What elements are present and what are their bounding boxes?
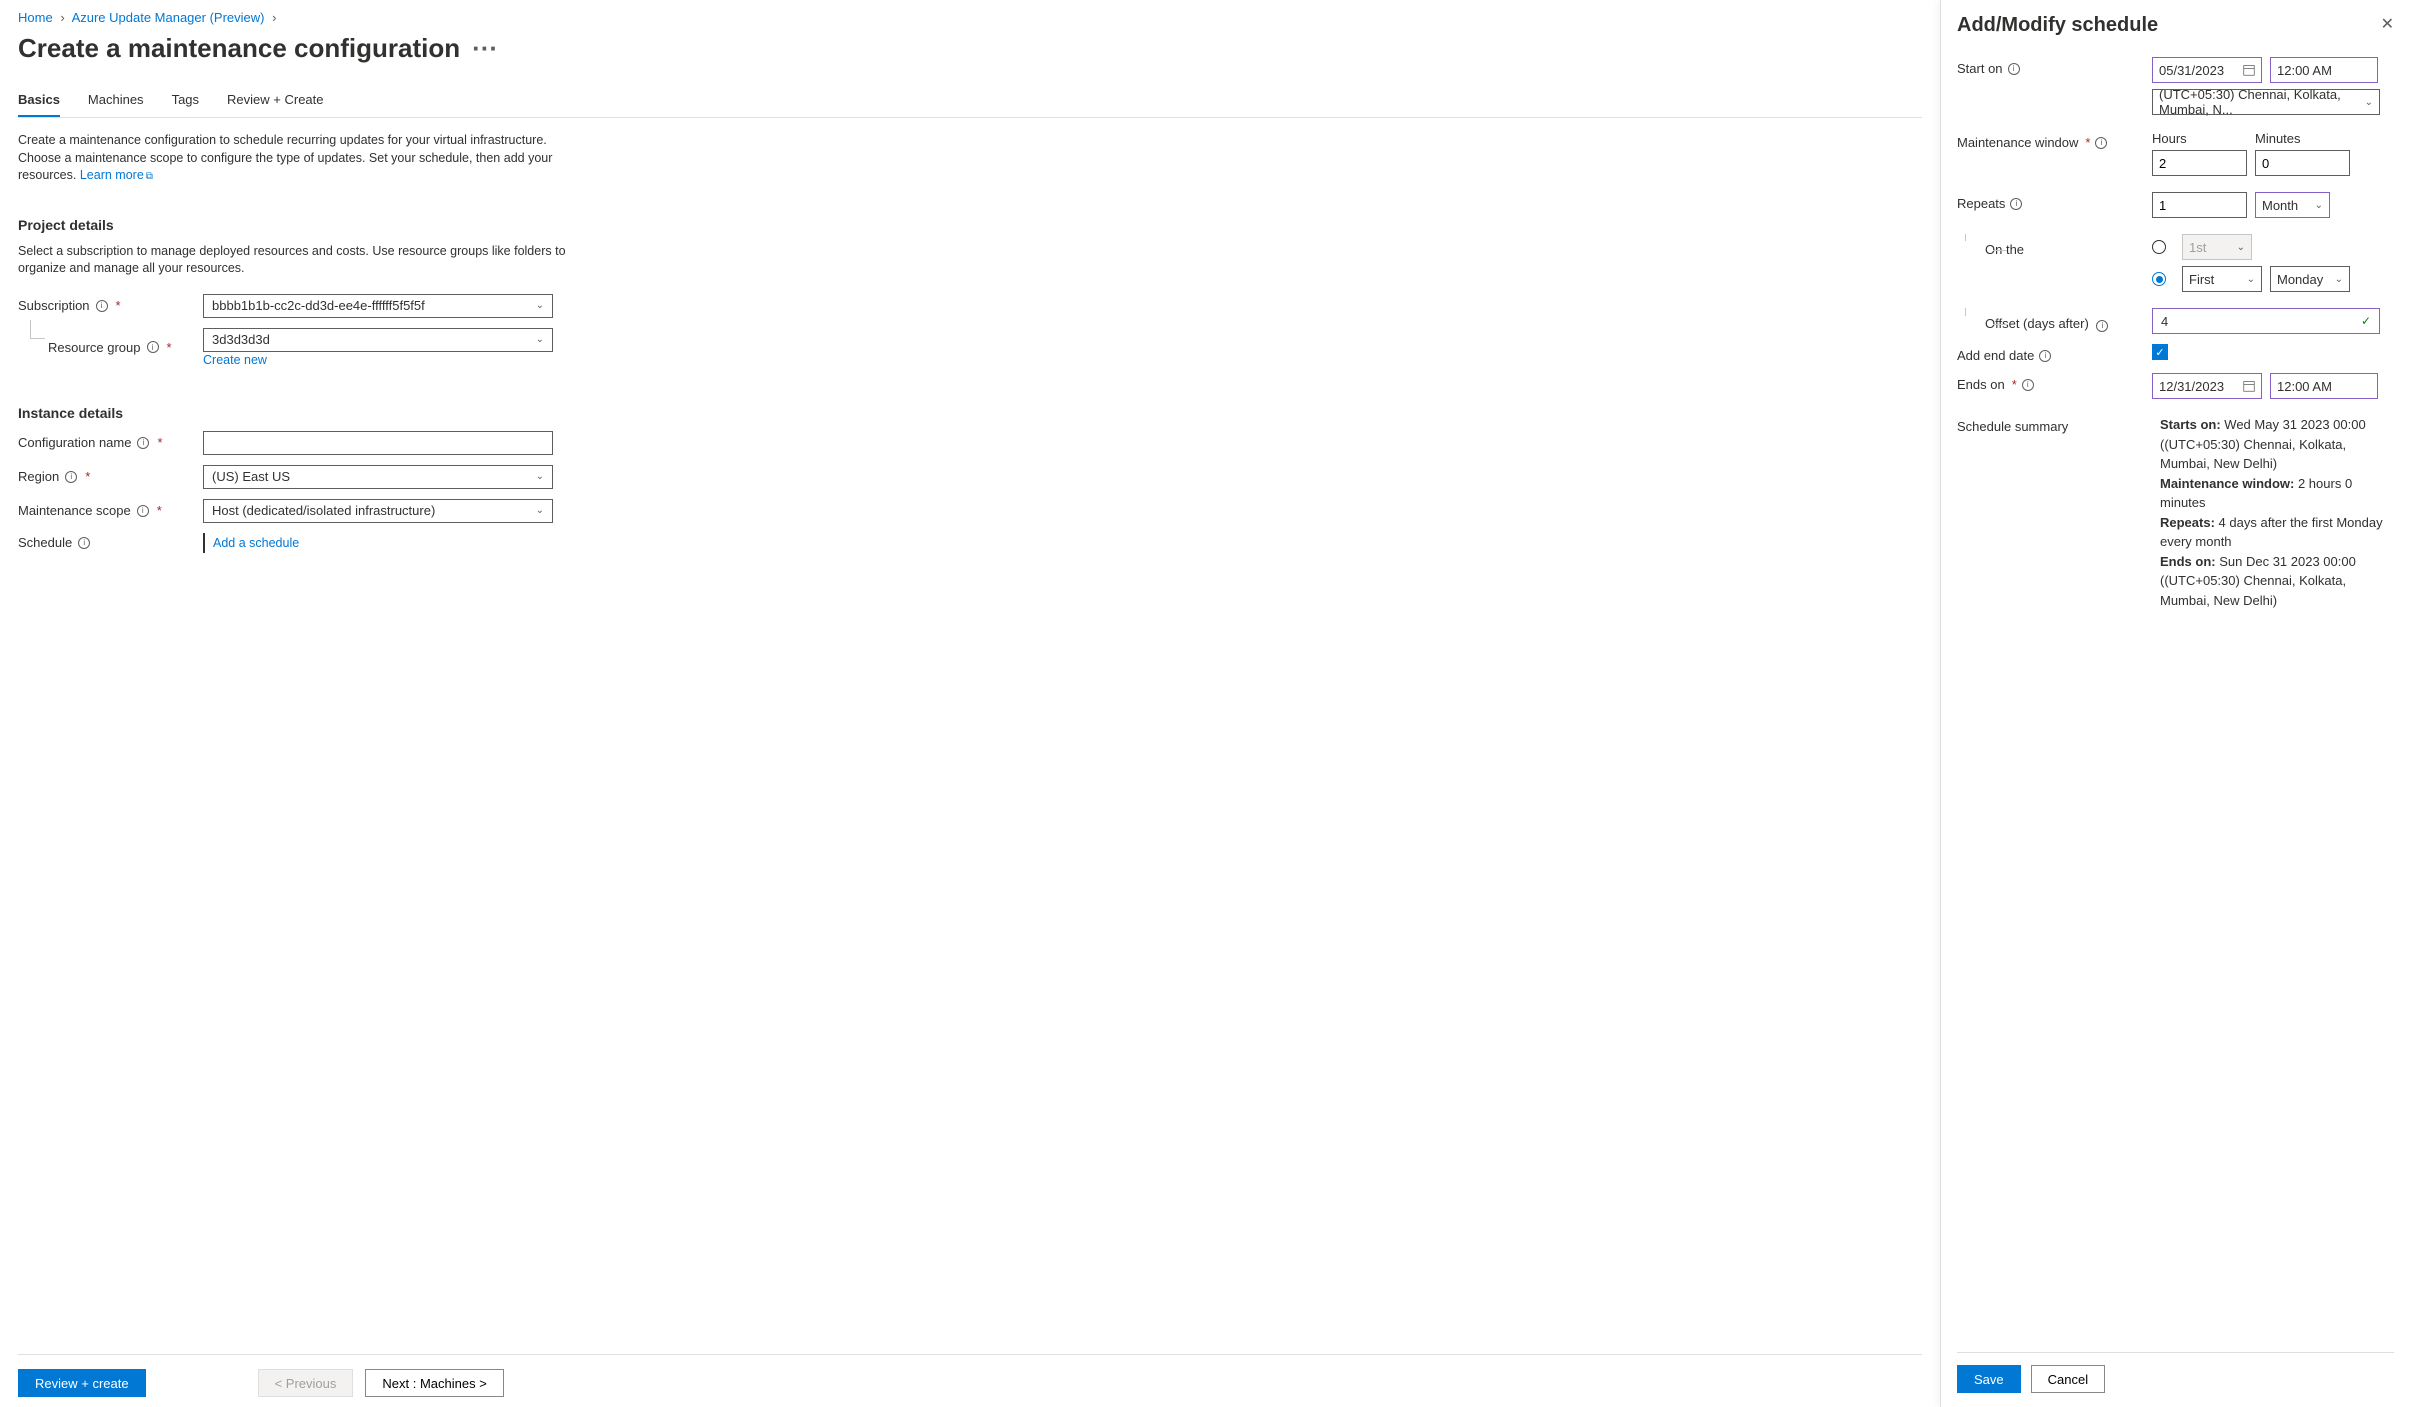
chevron-down-icon: ⌄	[2247, 274, 2255, 285]
on-day-radio[interactable]	[2152, 240, 2166, 254]
info-icon[interactable]: i	[2010, 198, 2022, 210]
resource-group-select[interactable]: 3d3d3d3d ⌄	[203, 328, 553, 352]
scope-label: Maintenance scope i *	[18, 503, 203, 518]
calendar-icon	[2243, 380, 2255, 392]
side-panel-title: Add/Modify schedule	[1957, 14, 2158, 37]
hours-label: Hours	[2152, 131, 2247, 146]
offset-label: Offset (days after) i	[1985, 312, 2108, 332]
config-name-label: Configuration name i *	[18, 435, 203, 450]
tabs-bar: Basics Machines Tags Review + Create	[18, 84, 1922, 118]
more-menu-icon[interactable]: ···	[472, 33, 498, 64]
subscription-label: Subscription i *	[18, 298, 203, 313]
chevron-down-icon: ⌄	[536, 471, 544, 482]
chevron-down-icon: ⌄	[2237, 242, 2245, 253]
breadcrumb-update-manager[interactable]: Azure Update Manager (Preview)	[72, 10, 265, 25]
region-label: Region i *	[18, 469, 203, 484]
info-icon[interactable]: i	[2039, 350, 2051, 362]
external-link-icon: ⧉	[146, 171, 153, 182]
add-end-date-label: Add end date i	[1957, 344, 2152, 363]
schedule-summary-label: Schedule summary	[1957, 415, 2152, 434]
next-button[interactable]: Next : Machines >	[365, 1369, 503, 1397]
start-time-input[interactable]: 12:00 AM	[2270, 57, 2378, 83]
breadcrumb-home[interactable]: Home	[18, 10, 53, 25]
on-weekday-radio[interactable]	[2152, 272, 2166, 286]
end-time-input[interactable]: 12:00 AM	[2270, 373, 2378, 399]
tab-tags[interactable]: Tags	[172, 84, 199, 117]
section-project-details: Project details	[18, 217, 1922, 233]
cancel-button[interactable]: Cancel	[2031, 1365, 2105, 1393]
project-details-desc: Select a subscription to manage deployed…	[18, 243, 578, 278]
chevron-right-icon: ›	[60, 10, 64, 25]
tab-machines[interactable]: Machines	[88, 84, 144, 117]
add-schedule-link[interactable]: Add a schedule	[213, 536, 299, 550]
checkmark-icon: ✓	[2361, 314, 2371, 328]
chevron-down-icon: ⌄	[536, 300, 544, 311]
schedule-label: Schedule i	[18, 535, 203, 550]
offset-input[interactable]: 4 ✓	[2152, 308, 2380, 334]
chevron-down-icon: ⌄	[2365, 97, 2373, 108]
close-icon[interactable]: ✕	[2381, 14, 2394, 34]
ordinal-select[interactable]: First ⌄	[2182, 266, 2262, 292]
chevron-down-icon: ⌄	[536, 334, 544, 345]
timezone-select[interactable]: (UTC+05:30) Chennai, Kolkata, Mumbai, N.…	[2152, 89, 2380, 115]
chevron-down-icon: ⌄	[2335, 274, 2343, 285]
info-icon[interactable]: i	[2008, 63, 2020, 75]
review-create-button[interactable]: Review + create	[18, 1369, 146, 1397]
schedule-side-panel: Add/Modify schedule ✕ Start on i 05/31/2…	[1940, 0, 2410, 1407]
repeats-label: Repeats i	[1957, 192, 2152, 211]
learn-more-link[interactable]: Learn more⧉	[80, 168, 153, 182]
tab-review-create[interactable]: Review + Create	[227, 84, 323, 117]
ends-on-label: Ends on * i	[1957, 373, 2152, 392]
create-new-link[interactable]: Create new	[203, 353, 267, 367]
add-end-date-checkbox[interactable]: ✓	[2152, 344, 2168, 360]
previous-button: < Previous	[258, 1369, 354, 1397]
end-date-input[interactable]: 12/31/2023	[2152, 373, 2262, 399]
start-date-input[interactable]: 05/31/2023	[2152, 57, 2262, 83]
info-icon[interactable]: i	[2096, 320, 2108, 332]
footer-bar: Review + create < Previous Next : Machin…	[18, 1354, 1922, 1397]
on-the-label: On the	[1985, 238, 2024, 257]
maintenance-window-label: Maintenance window * i	[1957, 131, 2152, 150]
intro-text: Create a maintenance configuration to sc…	[18, 132, 578, 185]
repeat-number-input[interactable]	[2152, 192, 2247, 218]
breadcrumb: Home › Azure Update Manager (Preview) ›	[18, 10, 1922, 25]
region-select[interactable]: (US) East US ⌄	[203, 465, 553, 489]
subscription-select[interactable]: bbbb1b1b-cc2c-dd3d-ee4e-ffffff5f5f5f ⌄	[203, 294, 553, 318]
hours-input[interactable]	[2152, 150, 2247, 176]
info-icon[interactable]: i	[137, 437, 149, 449]
info-icon[interactable]: i	[147, 341, 159, 353]
schedule-indicator-bar	[203, 533, 205, 553]
save-button[interactable]: Save	[1957, 1365, 2021, 1393]
info-icon[interactable]: i	[2022, 379, 2034, 391]
schedule-summary-text: Starts on: Wed May 31 2023 00:00 ((UTC+0…	[2152, 415, 2394, 610]
chevron-right-icon: ›	[272, 10, 276, 25]
info-icon[interactable]: i	[96, 300, 108, 312]
day-of-month-select: 1st ⌄	[2182, 234, 2252, 260]
weekday-select[interactable]: Monday ⌄	[2270, 266, 2350, 292]
page-title: Create a maintenance configuration	[18, 33, 460, 64]
info-icon[interactable]: i	[2095, 137, 2107, 149]
repeat-unit-select[interactable]: Month ⌄	[2255, 192, 2330, 218]
side-panel-footer: Save Cancel	[1957, 1352, 2394, 1393]
chevron-down-icon: ⌄	[536, 505, 544, 516]
config-name-input[interactable]	[203, 431, 553, 455]
info-icon[interactable]: i	[137, 505, 149, 517]
resource-group-label: Resource group i *	[48, 340, 203, 355]
chevron-down-icon: ⌄	[2315, 200, 2323, 211]
minutes-label: Minutes	[2255, 131, 2350, 146]
scope-select[interactable]: Host (dedicated/isolated infrastructure)…	[203, 499, 553, 523]
start-on-label: Start on i	[1957, 57, 2152, 76]
info-icon[interactable]: i	[78, 537, 90, 549]
calendar-icon	[2243, 64, 2255, 76]
section-instance-details: Instance details	[18, 405, 1922, 421]
tab-basics[interactable]: Basics	[18, 84, 60, 117]
info-icon[interactable]: i	[65, 471, 77, 483]
minutes-input[interactable]	[2255, 150, 2350, 176]
